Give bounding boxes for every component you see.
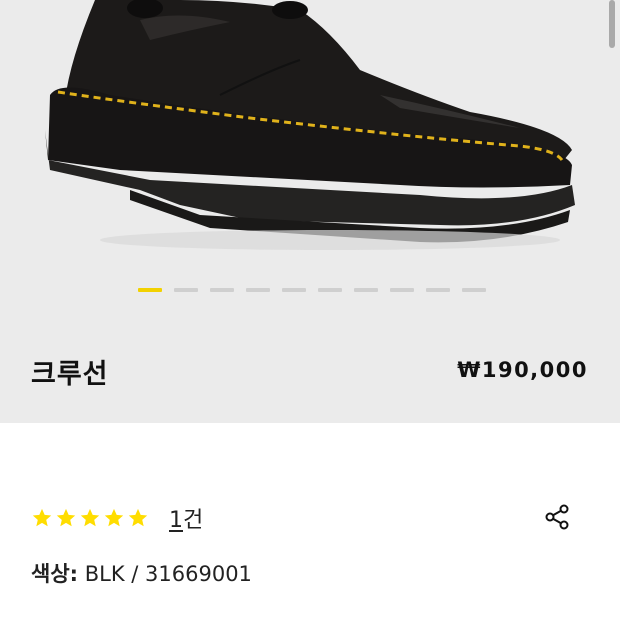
product-name: 크루선 (31, 359, 109, 390)
color-value: BLK / 31669001 (78, 562, 252, 586)
carousel-dot[interactable] (246, 288, 270, 292)
product-price: ₩190,000 (457, 358, 588, 382)
carousel-dot[interactable] (282, 288, 306, 292)
product-image-area[interactable]: 크루선 ₩190,000 (0, 0, 620, 423)
carousel-dot[interactable] (354, 288, 378, 292)
carousel-dot[interactable] (174, 288, 198, 292)
share-icon[interactable] (544, 503, 572, 531)
rating-stars (31, 507, 149, 529)
carousel-dot[interactable] (426, 288, 450, 292)
carousel-indicator (138, 288, 486, 292)
carousel-dot[interactable] (318, 288, 342, 292)
review-count-unit: 건 (183, 508, 204, 533)
carousel-dot[interactable] (390, 288, 414, 292)
review-count-link[interactable]: 1건 (169, 502, 203, 534)
carousel-dot[interactable] (210, 288, 234, 292)
star-icon (56, 508, 76, 527)
color-info: 색상: BLK / 31669001 (31, 558, 252, 588)
scrollbar[interactable] (609, 0, 615, 48)
carousel-dot[interactable] (138, 288, 162, 292)
star-icon (104, 508, 124, 527)
rating-row: 1건 (31, 502, 203, 534)
color-label: 색상: (31, 562, 79, 586)
star-icon (128, 508, 148, 527)
star-icon (32, 508, 52, 527)
review-count-number[interactable]: 1 (169, 508, 183, 533)
product-image[interactable] (0, 0, 620, 260)
carousel-dot[interactable] (462, 288, 486, 292)
star-icon (80, 508, 100, 527)
